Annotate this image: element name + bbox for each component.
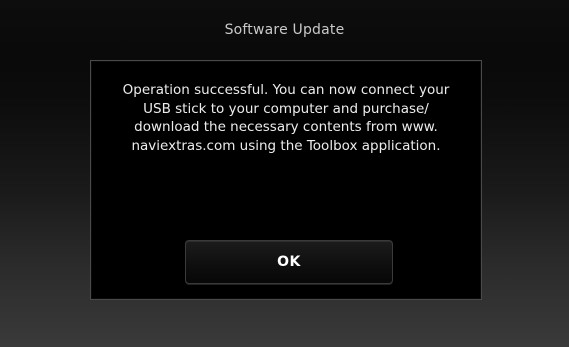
message-line: Operation successful. You can now connec…: [122, 82, 450, 98]
message-line: download the necessary contents from www…: [134, 119, 438, 135]
message-dialog: Operation successful. You can now connec…: [90, 60, 482, 300]
message-line: USB stick to your computer and purchase/: [143, 100, 429, 117]
dialog-message: Operation successful. You can now connec…: [107, 81, 465, 155]
device-screen: Software Update Operation successful. Yo…: [0, 0, 569, 347]
ok-button[interactable]: OK: [185, 240, 393, 284]
message-line: naviextras.com using the Toolbox applica…: [131, 137, 441, 154]
ok-button-label: OK: [277, 254, 301, 270]
page-title: Software Update: [224, 22, 345, 38]
